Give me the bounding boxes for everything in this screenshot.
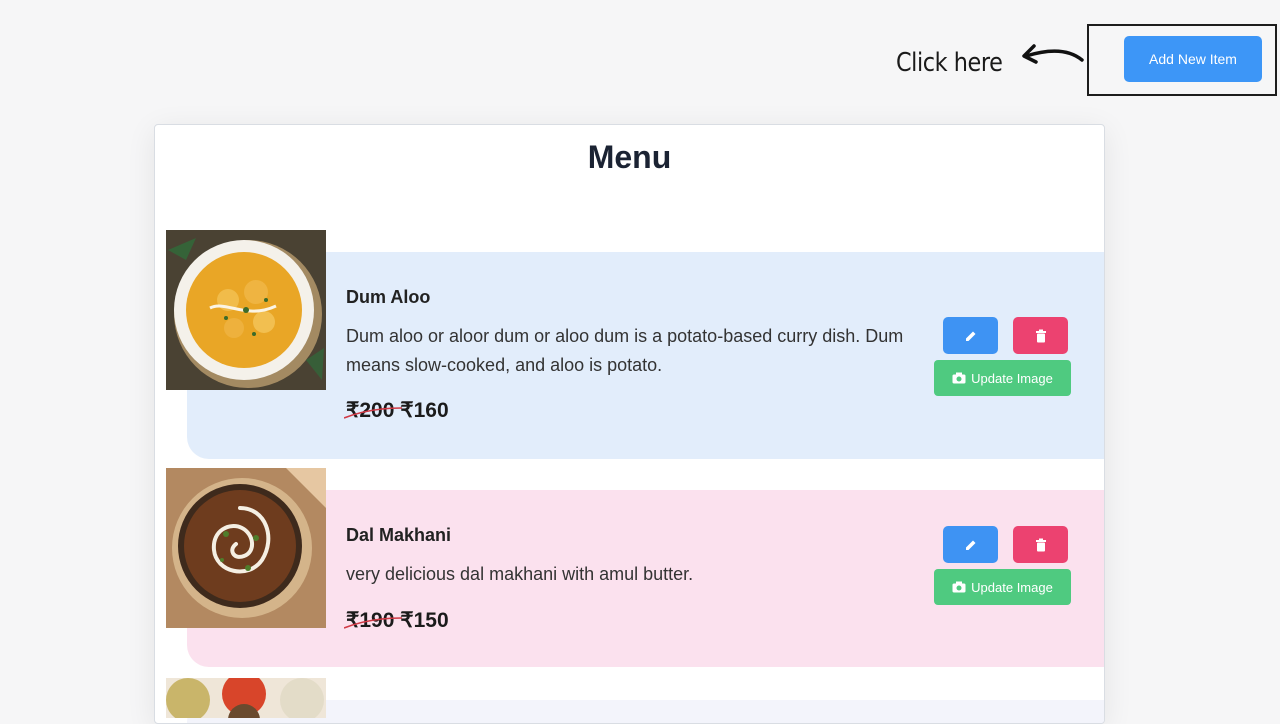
add-new-item-button[interactable]: Add New Item bbox=[1124, 36, 1262, 82]
pencil-icon bbox=[965, 540, 975, 550]
edit-button[interactable] bbox=[943, 317, 998, 354]
delete-button[interactable] bbox=[1013, 526, 1068, 563]
page-title: Menu bbox=[587, 139, 672, 175]
trash-icon bbox=[1035, 329, 1046, 342]
strikethrough-mark bbox=[344, 407, 403, 419]
arrow-left-icon bbox=[1022, 44, 1084, 64]
old-price: ₹200 bbox=[344, 398, 403, 423]
old-price: ₹190 bbox=[344, 608, 403, 633]
camera-icon bbox=[952, 372, 966, 384]
menu-card: Menu Dum Aloo Dum aloo or aloor dum or a… bbox=[154, 124, 1105, 724]
menu-item bbox=[155, 678, 1104, 723]
item-price: ₹190 ₹150 bbox=[344, 608, 449, 633]
menu-item: Dal Makhani very delicious dal makhani w… bbox=[155, 468, 1104, 668]
update-image-button[interactable]: Update Image bbox=[934, 569, 1071, 605]
top-bar: Click here Add New Item bbox=[0, 0, 1280, 110]
spices-image bbox=[166, 678, 326, 718]
menu-item: Dum Aloo Dum aloo or aloor dum or aloo d… bbox=[155, 230, 1104, 460]
update-image-label: Update Image bbox=[971, 579, 1053, 595]
camera-icon bbox=[952, 581, 966, 593]
edit-button[interactable] bbox=[943, 526, 998, 563]
item-price: ₹200 ₹160 bbox=[344, 398, 449, 423]
item-description: very delicious dal makhani with amul but… bbox=[346, 564, 694, 584]
click-here-hint: Click here bbox=[896, 48, 1003, 78]
dal-makhani-image bbox=[166, 468, 326, 628]
pencil-icon bbox=[965, 331, 975, 341]
item-description: Dum aloo or aloor dum or aloo dum is a p… bbox=[346, 326, 904, 375]
trash-icon bbox=[1035, 538, 1046, 551]
update-image-label: Update Image bbox=[971, 370, 1053, 386]
item-name: Dum Aloo bbox=[346, 287, 431, 307]
dum-aloo-image bbox=[166, 230, 326, 390]
delete-button[interactable] bbox=[1013, 317, 1068, 354]
strikethrough-mark bbox=[344, 617, 403, 629]
current-price: ₹160 bbox=[400, 399, 449, 422]
current-price: ₹150 bbox=[400, 609, 449, 632]
item-name: Dal Makhani bbox=[346, 525, 452, 545]
update-image-button[interactable]: Update Image bbox=[934, 360, 1071, 396]
